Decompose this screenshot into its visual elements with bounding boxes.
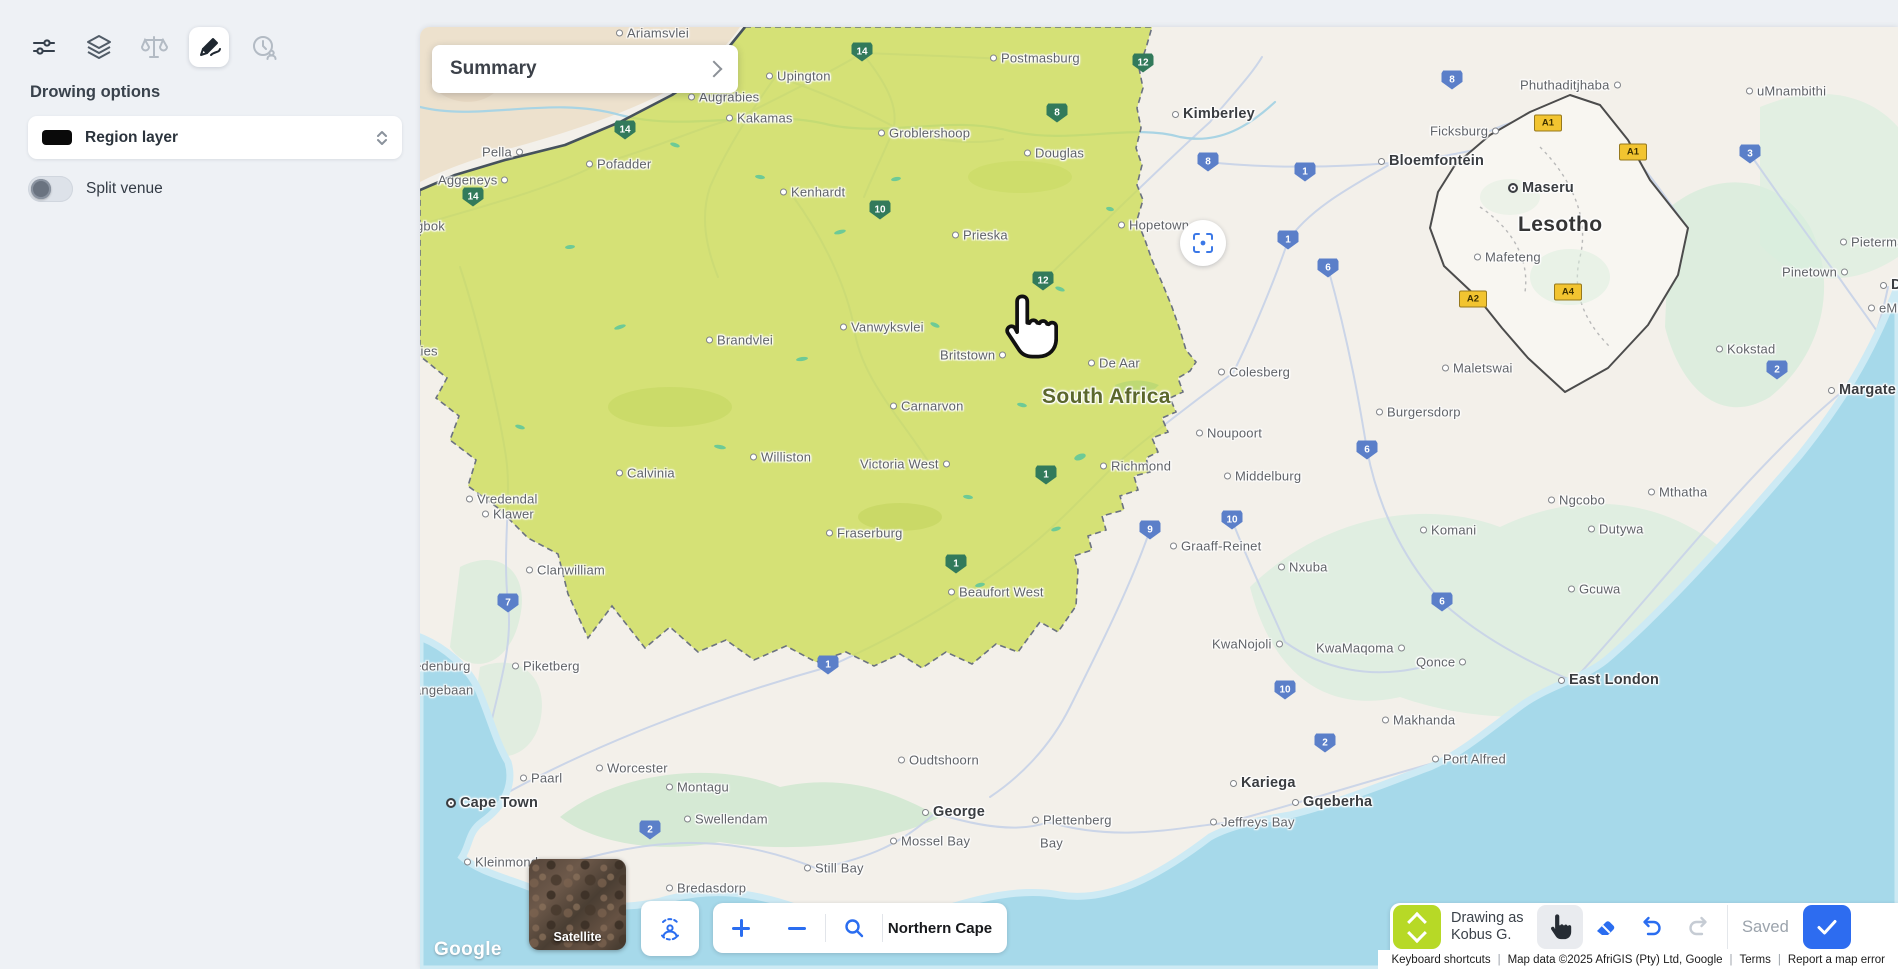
undo-icon: [1639, 914, 1665, 940]
sidebar: Drowing options Region layer Split venue: [0, 0, 420, 969]
split-venue-label: Split venue: [86, 180, 163, 198]
expand-collapse-button[interactable]: [1393, 905, 1441, 949]
region-layer-label: Region layer: [85, 129, 376, 147]
scale-icon[interactable]: [134, 27, 174, 67]
summary-panel[interactable]: Summary: [432, 45, 738, 93]
region-layer-select[interactable]: Region layer: [28, 116, 402, 159]
divider: [1727, 905, 1728, 949]
drawing-as-label: Drawing as Kobus G.: [1451, 910, 1537, 944]
layer-color-swatch: [42, 130, 72, 145]
plus-icon: [732, 919, 750, 937]
scan-region-button[interactable]: [1180, 220, 1226, 266]
redo-icon: [1685, 914, 1711, 940]
drawing-toolbar: Drawing as Kobus G. Saved: [1390, 903, 1898, 951]
search-button[interactable]: [826, 903, 882, 953]
drawing-as-user: Kobus G.: [1451, 927, 1537, 944]
zoom-search-bar: Northern Cape: [713, 903, 1007, 953]
zoom-in-button[interactable]: [713, 903, 769, 953]
report-map-error-link[interactable]: Report a map error: [1781, 954, 1892, 966]
map-canvas[interactable]: [420, 27, 1898, 969]
confirm-button[interactable]: [1803, 905, 1851, 949]
terms-link[interactable]: Terms: [1733, 954, 1778, 966]
chevron-right-icon: [706, 61, 723, 78]
satellite-view-toggle[interactable]: Satellite: [529, 859, 626, 950]
app-window: Drowing options Region layer Split venue: [0, 0, 1898, 969]
summary-title: Summary: [450, 58, 708, 80]
check-icon: [1815, 915, 1839, 939]
undo-button[interactable]: [1629, 905, 1675, 949]
locate-person-icon: [657, 916, 683, 942]
eraser-tool-button[interactable]: [1583, 905, 1629, 949]
layers-icon[interactable]: [79, 27, 119, 67]
sidebar-toolbar: [24, 27, 284, 67]
zoom-out-button[interactable]: [769, 903, 825, 953]
section-title: Drowing options: [30, 83, 160, 102]
sliders-icon[interactable]: [24, 27, 64, 67]
search-icon: [843, 917, 865, 939]
history-clock-icon[interactable]: [244, 27, 284, 67]
highlighter-icon[interactable]: [189, 27, 229, 67]
google-logo[interactable]: Google: [434, 939, 502, 961]
select-chevrons-icon: [376, 129, 388, 147]
hand-tool-button[interactable]: [1537, 905, 1583, 949]
hand-icon: [1548, 913, 1572, 941]
toggle-knob: [31, 179, 51, 199]
scan-icon: [1191, 231, 1215, 255]
locate-button[interactable]: [641, 901, 699, 956]
current-region-name: Northern Cape: [883, 920, 1007, 937]
map-attribution: Keyboard shortcuts|Map data ©2025 AfriGI…: [1378, 950, 1898, 969]
map-data-copyright: Map data ©2025 AfriGIS (Pty) Ltd, Google: [1501, 954, 1730, 966]
keyboard-shortcuts-link[interactable]: Keyboard shortcuts: [1384, 954, 1497, 966]
drawing-as-line1: Drawing as: [1451, 910, 1537, 927]
split-venue-toggle[interactable]: [28, 176, 73, 202]
satellite-label: Satellite: [529, 930, 626, 944]
eraser-icon: [1593, 914, 1619, 940]
split-venue-row: Split venue: [28, 176, 163, 202]
minus-icon: [788, 919, 806, 937]
save-status: Saved: [1742, 918, 1789, 937]
redo-button[interactable]: [1675, 905, 1721, 949]
map-panel: AriamsvleiUpingtonAugrabiesKakamasPostma…: [420, 27, 1898, 969]
